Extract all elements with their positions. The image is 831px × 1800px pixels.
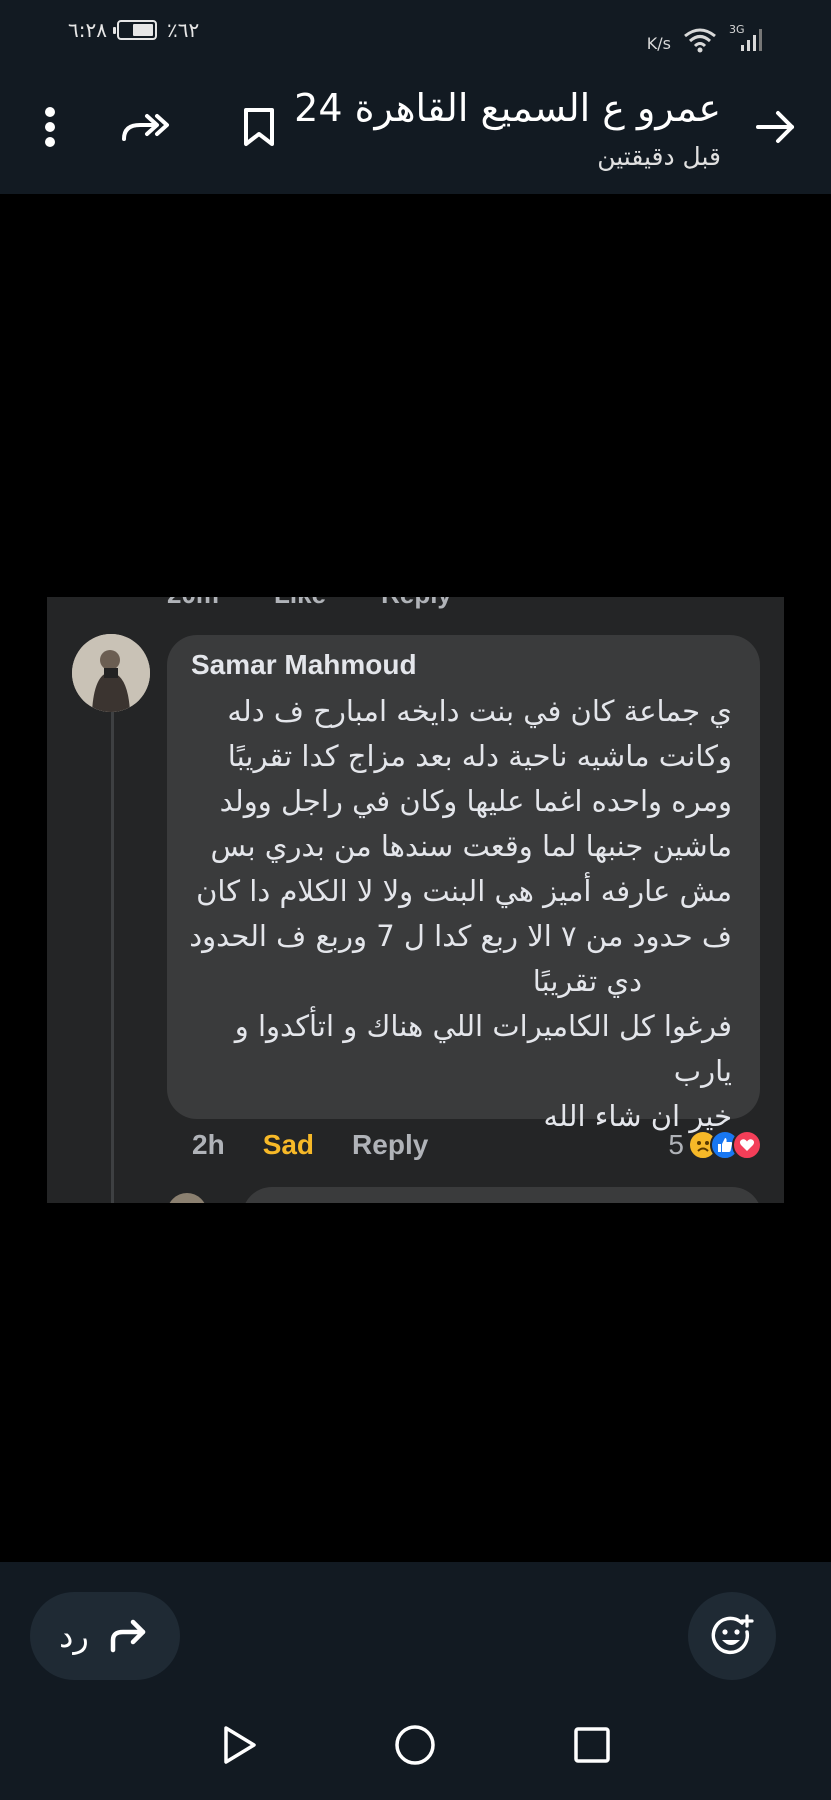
comment-line: دي تقريبًا <box>532 964 642 998</box>
sad-reaction-label: Sad <box>262 1129 315 1160</box>
nav-home-icon[interactable] <box>390 1720 440 1770</box>
status-right: K/s 3G <box>647 16 763 53</box>
comment-time: 2h <box>192 1129 225 1160</box>
forward-all-icon[interactable] <box>118 102 174 152</box>
love-icon <box>732 1130 762 1160</box>
thread-line <box>111 712 114 1203</box>
comment-bubble: Samar Mahmoud ي جماعة كان في بنت دايخه ا… <box>167 635 760 1133</box>
comment-meta: 2h Sad Reply <box>192 1129 428 1161</box>
comment-line: ومره واحده اغما عليها وكان في راجل وولد <box>219 784 732 818</box>
shared-comment-screenshot[interactable]: 20m Like Reply Samar Mahmoud ي جماعة كان… <box>47 597 784 1203</box>
wifi-icon <box>684 28 716 53</box>
network-speed: K/s <box>646 34 671 53</box>
reaction-summary: 5 <box>668 1129 762 1161</box>
avatar <box>72 634 150 712</box>
cut-like: Like <box>274 597 326 610</box>
add-emoji-icon <box>711 1614 754 1655</box>
bookmark-icon[interactable] <box>236 102 282 152</box>
comment-line: ي جماعة كان في بنت دايخه امبارح ف دله <box>227 694 732 728</box>
back-arrow-icon[interactable] <box>748 102 804 152</box>
nav-recents-icon[interactable] <box>567 1720 617 1770</box>
reply-label: رد <box>59 1617 89 1655</box>
comment-line: مش عارفه أميز هي البنت ولا لا الكلام دا … <box>196 874 732 908</box>
reply-arrow-icon <box>110 1619 146 1653</box>
status-left: ٦:٢٨ ٪٦٢ <box>68 18 199 42</box>
signal-icon: 3G <box>729 23 763 53</box>
comment-line: وكانت ماشيه ناحية دله بعد مزاج كدا تقريب… <box>227 739 732 773</box>
comment-author: Samar Mahmoud <box>191 649 417 680</box>
cut-off-actions: 20m Like Reply <box>167 597 452 610</box>
comment-reply-link: Reply <box>352 1129 429 1160</box>
cut-reply: Reply <box>381 597 452 610</box>
clock: ٦:٢٨ <box>68 18 107 42</box>
chat-title: عمرو ع السميع القاهرة 24 <box>294 86 721 130</box>
reaction-count: 5 <box>668 1129 684 1160</box>
app-header: عمرو ع السميع القاهرة 24 قبل دقيقتين <box>0 62 831 194</box>
battery-icon <box>112 20 157 40</box>
more-options-icon[interactable] <box>30 102 70 152</box>
chat-subtitle: قبل دقيقتين <box>597 142 721 171</box>
cut-time: 20m <box>167 597 219 610</box>
bottom-bar: رد <box>0 1562 831 1800</box>
comment-line: ف حدود من ٧ الا ربع كدا ل 7 وربع ف الحدو… <box>189 919 732 953</box>
battery-fill <box>133 24 153 36</box>
next-comment-bubble <box>242 1187 762 1203</box>
emoji-reaction-button[interactable] <box>688 1592 776 1680</box>
status-bar: ٦:٢٨ ٪٦٢ K/s 3G <box>0 0 831 62</box>
comment-text: ي جماعة كان في بنت دايخه امبارح ف دله وك… <box>172 689 732 1139</box>
comment-line: ماشين جنبها لما وقعت سندها من بدري بس <box>210 829 732 863</box>
battery-percent: ٪٦٢ <box>166 18 200 42</box>
nav-back-icon[interactable] <box>214 1720 264 1770</box>
next-comment-avatar <box>167 1193 207 1203</box>
network-type: 3G <box>729 23 745 36</box>
reply-button[interactable]: رد <box>30 1592 180 1680</box>
comment-line: فرغوا كل الكاميرات اللي هناك و اتأكدوا و… <box>234 1009 732 1088</box>
system-navigation-bar <box>0 1702 831 1800</box>
